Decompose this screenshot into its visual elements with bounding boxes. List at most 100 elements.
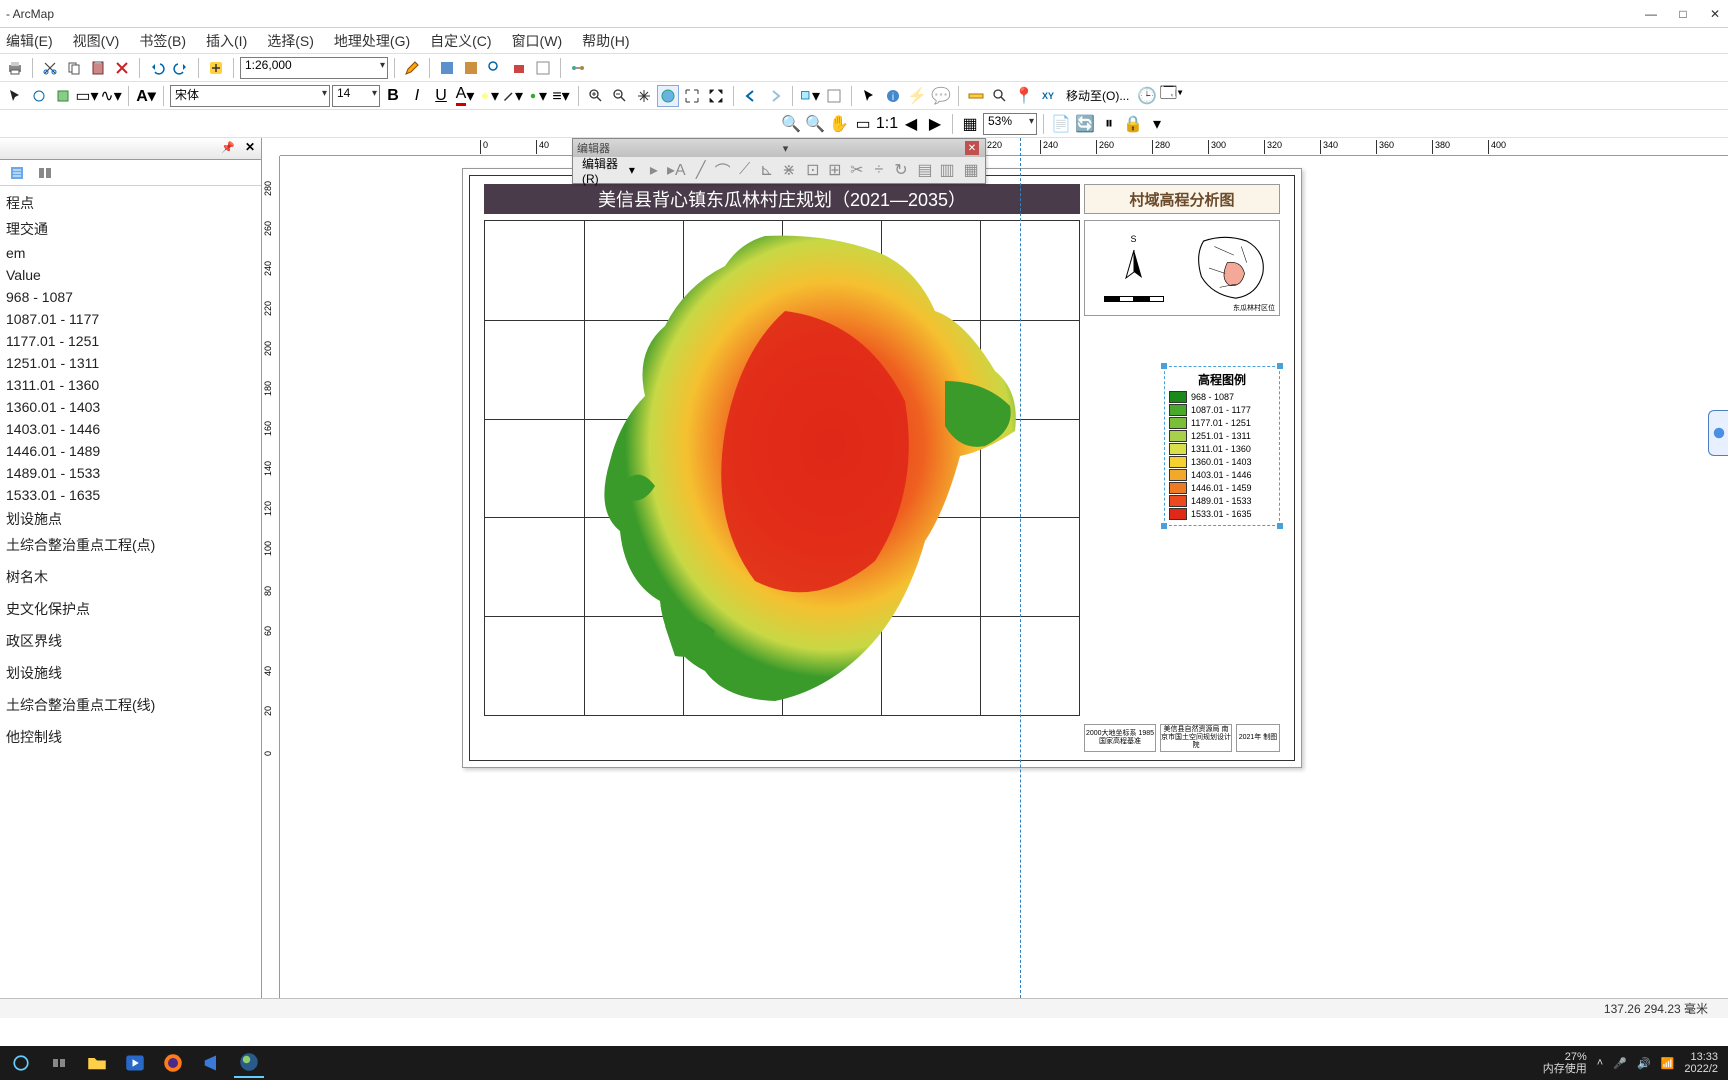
bold-button[interactable]: B [382,85,404,107]
tray-chevron-icon[interactable]: ˄ [1597,1057,1603,1069]
reshape-icon[interactable]: ⊞ [825,159,845,181]
python-window-icon[interactable] [532,57,554,79]
split-icon[interactable]: ÷ [869,159,889,181]
menu-item[interactable]: 插入(I) [206,31,247,51]
create-viewer-icon[interactable]: 🗔▾ [1160,85,1182,107]
zoom-to-selected-icon[interactable] [52,85,74,107]
toc-item[interactable]: 1311.01 - 1360 [6,374,261,396]
select-elements-icon[interactable] [4,85,26,107]
layout-back-icon[interactable]: ◀ [900,113,922,135]
attributes-icon[interactable]: ▤ [915,159,935,181]
toc-item[interactable]: 政区界线 [6,628,261,654]
editor-toolbar-options-icon[interactable]: ▾ [783,142,789,155]
rectangle-tool-icon[interactable]: ▭▾ [76,85,98,107]
editor-toolbar-button[interactable] [401,57,423,79]
toc-tree[interactable]: 程点理交通em Value 968 - 1087 1087.01 - 1177 … [0,186,261,998]
map-scale-combo[interactable]: 1:26,000 [240,57,388,79]
toc-item[interactable]: 划设施线 [6,660,261,686]
map-subtitle[interactable]: 村域高程分析图 [1084,184,1280,214]
select-features-icon[interactable]: ▾ [799,85,821,107]
toggle-draft-icon[interactable]: ▦ [959,113,981,135]
go-forward-icon[interactable] [764,85,786,107]
toc-item[interactable]: 1403.01 - 1446 [6,418,261,440]
toc-item[interactable]: 他控制线 [6,724,261,750]
edit-vertices-icon[interactable]: ⊡ [803,159,823,181]
docked-panel-tab[interactable] [1708,410,1728,456]
menu-item[interactable]: 选择(S) [267,31,314,51]
menu-item[interactable]: 窗口(W) [512,31,563,51]
layout-zoom-out-icon[interactable]: 🔍 [804,113,826,135]
map-title-bar[interactable]: 美信县背心镇东瓜林村庄规划（2021—2035） [484,184,1080,214]
toc-item[interactable]: 树名木 [6,564,261,590]
list-by-drawing-order-icon[interactable] [6,162,28,184]
go-back-icon[interactable] [740,85,762,107]
underline-button[interactable]: U [430,85,452,107]
file-explorer-icon[interactable] [82,1048,112,1078]
zoom-100-icon[interactable]: 1:1 [876,113,898,135]
maximize-button[interactable]: □ [1676,7,1690,21]
find-route-icon[interactable]: 📍 [1013,85,1035,107]
pan-icon[interactable] [633,85,655,107]
editor-toolbar[interactable]: 编辑器 ▾ ✕ 编辑器(R) ▾ ▸ ▸A ╱ ⌒ ⟋ ⊾ ⋇ ⊡ ⊞ ✂ ÷ [572,138,986,184]
delete-icon[interactable] [111,57,133,79]
page-layout[interactable]: 美信县背心镇东瓜林村庄规划（2021—2035） 村域高程分析图 [462,168,1302,768]
hyperlink-icon[interactable]: ⚡ [906,85,928,107]
toc-item[interactable]: 1489.01 - 1533 [6,462,261,484]
toc-item[interactable]: 1251.01 - 1311 [6,352,261,374]
toc-item[interactable]: 1446.01 - 1489 [6,440,261,462]
lock-icon[interactable]: 🔒 [1122,113,1144,135]
font-color-icon[interactable]: A▾ [454,85,476,107]
find-icon[interactable] [989,85,1011,107]
map-legend[interactable]: 高程图例 968 - 10871087.01 - 11771177.01 - 1… [1164,366,1280,526]
layout-canvas[interactable]: 0408010012014016018020022024026028030032… [262,138,1728,998]
copy-icon[interactable] [63,57,85,79]
search-window-icon[interactable] [484,57,506,79]
data-driven-pages-icon[interactable]: 📄 [1050,113,1072,135]
menu-item[interactable]: 地理处理(G) [334,31,410,51]
menu-item[interactable]: 书签(B) [139,31,186,51]
menu-item[interactable]: 编辑(E) [6,31,53,51]
redo-icon[interactable] [170,57,192,79]
full-extent-icon[interactable] [657,85,679,107]
arctoolbox-icon[interactable] [508,57,530,79]
data-frame[interactable] [484,220,1080,716]
font-family-combo[interactable]: 宋体 [170,85,330,107]
edit-annotation-icon[interactable]: ▸A [666,159,687,181]
font-size-combo[interactable]: 14 [332,85,380,107]
toc-item[interactable]: 968 - 1087 [6,286,261,308]
close-panel-icon[interactable]: ✕ [245,140,255,154]
midpoint-icon[interactable]: ⋇ [779,159,799,181]
pause-drawing-icon[interactable]: ⏸ [1098,113,1120,135]
north-arrow-inset[interactable]: S 东瓜林村区位 [1084,220,1280,316]
layout-forward-icon[interactable]: ▶ [924,113,946,135]
measure-icon[interactable] [965,85,987,107]
italic-button[interactable]: I [406,85,428,107]
tray-volume-icon[interactable]: 🔊 [1637,1057,1651,1070]
toolbar-options-icon[interactable]: ▾ [1146,113,1168,135]
table-of-contents-icon[interactable] [436,57,458,79]
menu-item[interactable]: 帮助(H) [582,31,629,51]
toc-item[interactable]: 程点 [6,190,261,216]
start-button[interactable] [6,1048,36,1078]
time-slider-icon[interactable]: 🕒 [1136,85,1158,107]
toc-item[interactable]: Value [6,264,261,286]
trace-icon[interactable]: ⟋ [735,159,755,181]
clear-selection-icon[interactable] [823,85,845,107]
line-color-icon[interactable]: ▾ [502,85,524,107]
arcmap-taskbar-icon[interactable] [234,1048,264,1078]
cut-polygon-icon[interactable]: ✂ [847,159,867,181]
vscode-icon[interactable] [196,1048,226,1078]
fixed-zoom-in-icon[interactable] [681,85,703,107]
html-popup-icon[interactable]: 💬 [930,85,952,107]
create-features-icon[interactable]: ▦ [961,159,981,181]
toc-item[interactable]: 1533.01 - 1635 [6,484,261,506]
toc-item[interactable]: 理交通 [6,216,261,242]
list-by-source-icon[interactable] [34,162,56,184]
identify-icon[interactable]: i [882,85,904,107]
model-builder-icon[interactable] [567,57,589,79]
catalog-icon[interactable] [460,57,482,79]
layout-zoom-combo[interactable]: 53% [983,113,1037,135]
cut-icon[interactable] [39,57,61,79]
arc-segment-icon[interactable]: ⌒ [713,159,733,181]
text-tool-icon[interactable]: A▾ [135,85,157,107]
